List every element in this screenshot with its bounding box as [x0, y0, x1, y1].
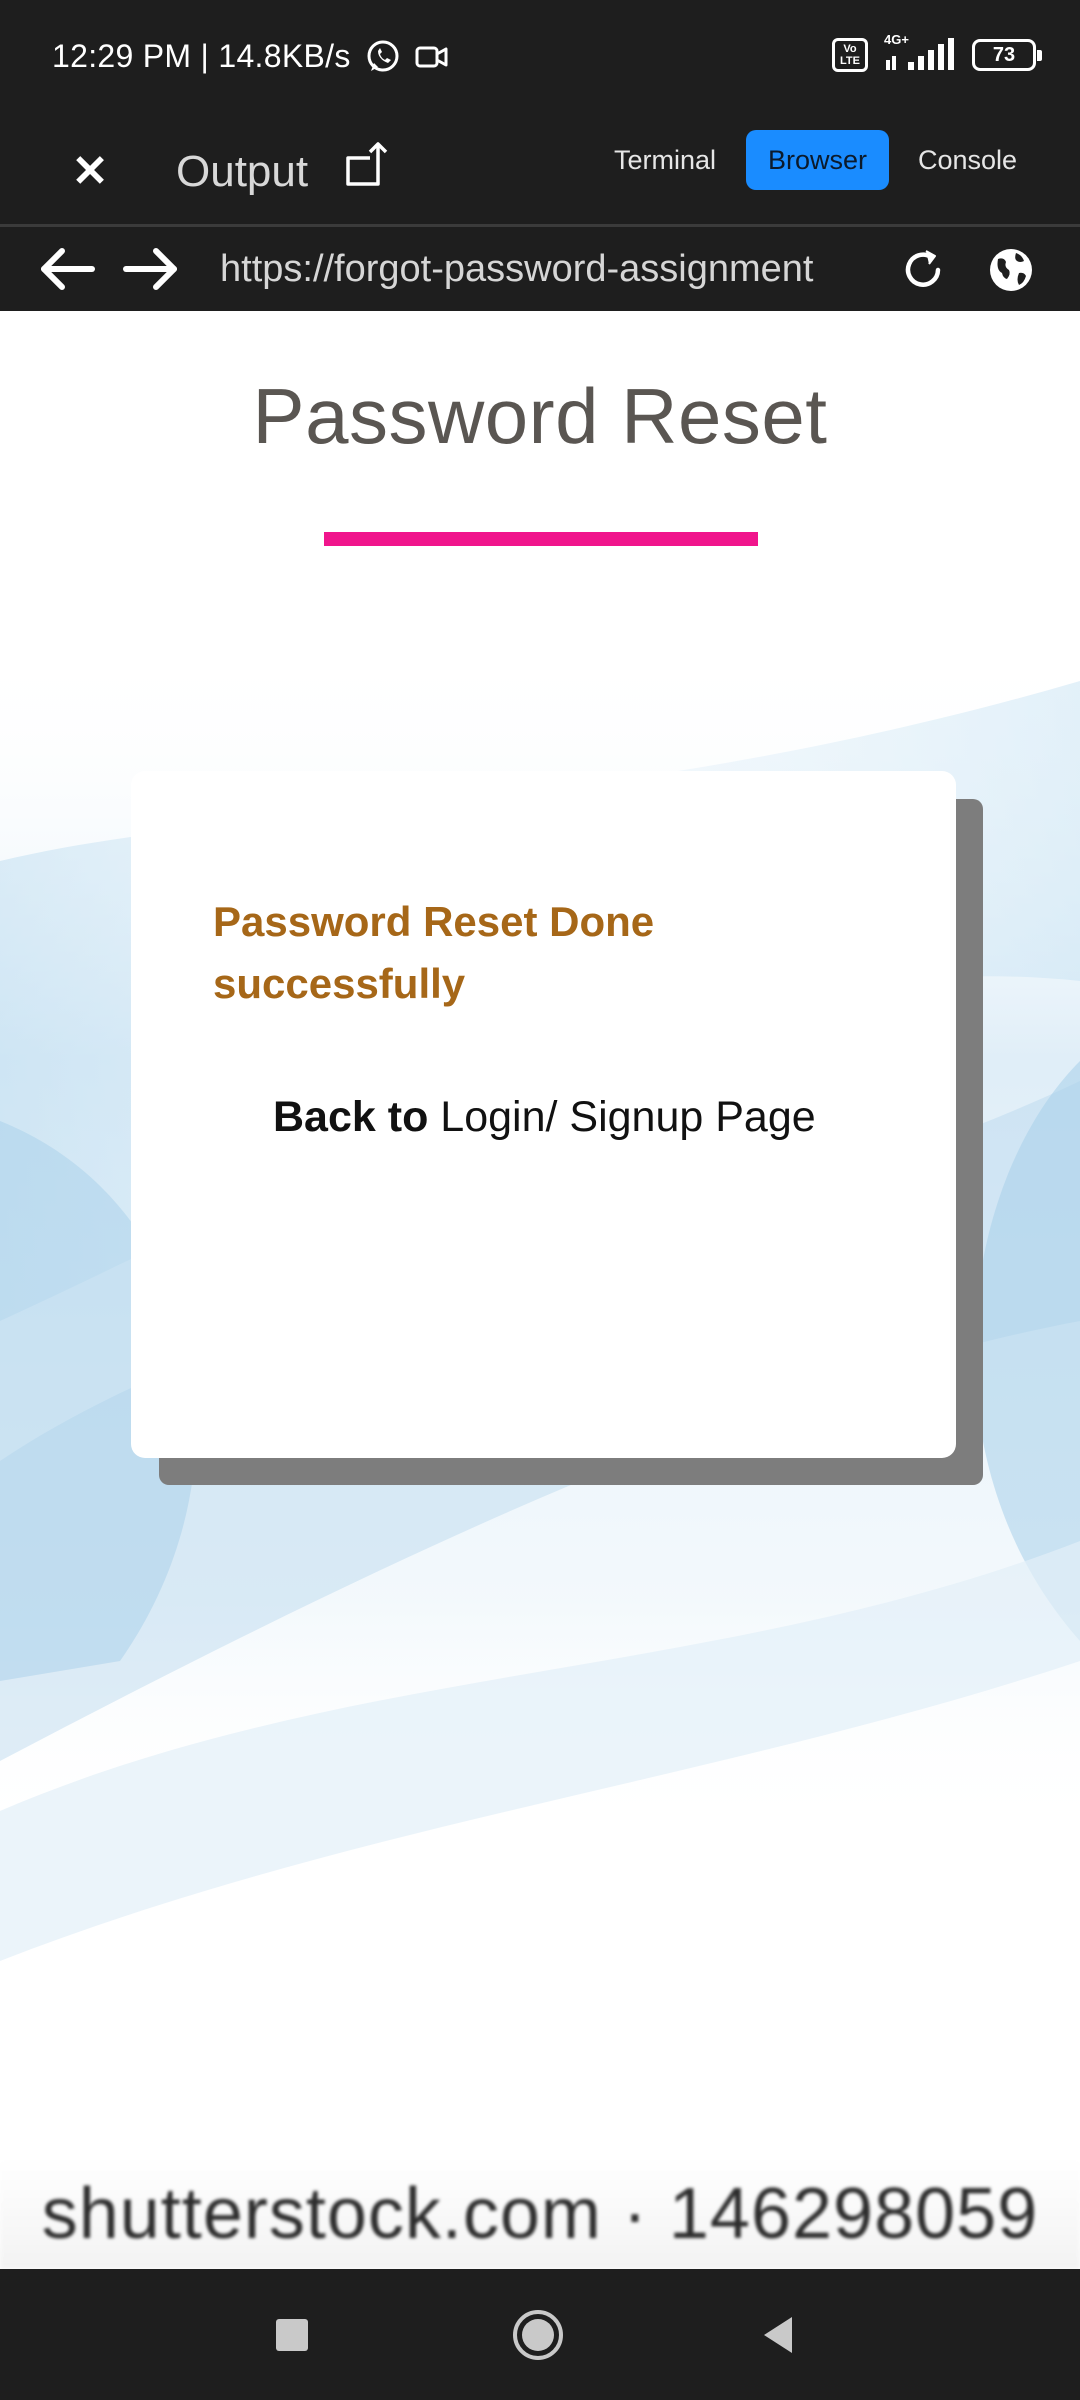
battery-icon: 73 — [972, 39, 1042, 71]
tab-browser[interactable]: Browser — [746, 130, 890, 190]
success-card: Password Reset Done successfully Back to… — [131, 771, 956, 1458]
output-header: ✕ Output Terminal Browser Console — [0, 120, 1080, 224]
home-circle-icon[interactable] — [510, 2307, 566, 2363]
title-underline — [324, 532, 758, 546]
output-title: Output — [176, 147, 309, 196]
tab-terminal[interactable]: Terminal — [592, 130, 738, 190]
page-title: Password Reset — [252, 372, 828, 460]
status-right: Vo LTE 4G+ 73 — [832, 32, 1042, 72]
status-bar: 12:29 PM | 14.8KB/s Vo LTE 4G+ 73 — [0, 0, 1080, 120]
url-input[interactable]: https://forgot-password-assignment — [220, 227, 850, 311]
login-signup-link[interactable]: Login/ Signup Page — [440, 1093, 815, 1141]
tab-console[interactable]: Console — [896, 130, 1039, 190]
success-message: Password Reset Done successfully — [213, 898, 655, 1007]
browser-page: Password Reset Password Reset Done succe… — [0, 311, 1080, 2269]
url-bar: https://forgot-password-assignment — [0, 227, 1080, 311]
forward-arrow-icon[interactable] — [122, 243, 182, 295]
system-nav-bar — [0, 2269, 1080, 2400]
recents-square-icon[interactable] — [264, 2307, 320, 2363]
back-arrow-icon[interactable] — [36, 243, 96, 295]
close-button[interactable]: ✕ — [62, 144, 118, 200]
whatsapp-icon — [367, 40, 399, 71]
reload-icon[interactable] — [898, 245, 948, 295]
video-call-icon — [415, 46, 448, 67]
open-in-new-icon[interactable] — [340, 138, 390, 194]
back-to-line: Back to Login/ Signup Page — [273, 1093, 816, 1142]
status-time-speed: 12:29 PM | 14.8KB/s — [52, 38, 351, 74]
battery-level: 73 — [992, 44, 1016, 66]
back-to-label: Back to — [273, 1093, 429, 1141]
volte-icon: Vo LTE — [832, 38, 868, 72]
signal-icon: 4G+ — [882, 32, 958, 72]
globe-icon[interactable] — [986, 245, 1036, 295]
watermark: shutterstock.com · 146298059 — [0, 2159, 1080, 2269]
volte-label: Vo LTE — [840, 43, 860, 67]
status-left: 12:29 PM | 14.8KB/s — [52, 38, 449, 75]
back-triangle-icon[interactable] — [752, 2307, 808, 2363]
